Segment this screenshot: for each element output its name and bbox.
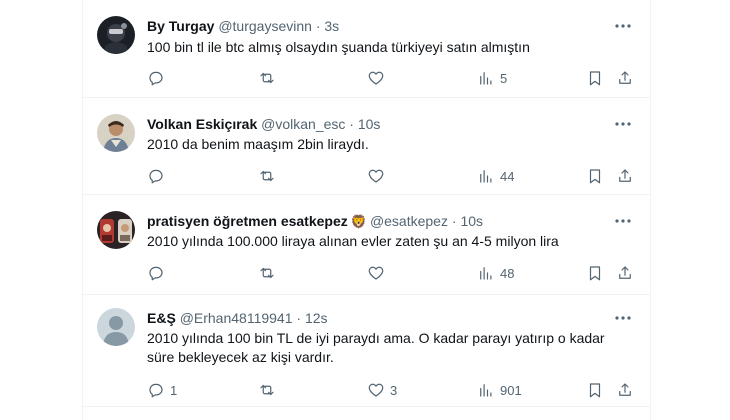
retweet-icon (260, 384, 274, 396)
view-count: 48 (500, 265, 515, 281)
author-handle[interactable]: @turgaysevinn (218, 18, 312, 34)
tweet-actions: 5 (147, 67, 637, 89)
separator-dot: · (349, 116, 354, 132)
like-button[interactable] (367, 262, 390, 284)
retweet-button[interactable] (258, 67, 281, 89)
tweet[interactable]: E&Ş @Erhan48119941 · 12s 2010 yılında 10… (83, 294, 650, 407)
more-icon[interactable] (614, 315, 632, 321)
bookmark-icon (589, 71, 601, 86)
retweet-button[interactable] (258, 165, 281, 187)
reply-icon (149, 71, 163, 86)
view-count: 44 (500, 168, 515, 184)
share-button[interactable] (616, 379, 634, 401)
tweet[interactable]: Volkan Eskiçırak @volkan_esc · 10s 2010 … (83, 97, 650, 195)
tweet-actions: 48 (147, 262, 637, 284)
reply-button[interactable] (147, 262, 170, 284)
bookmark-button[interactable] (586, 262, 604, 284)
like-button[interactable] (367, 165, 390, 187)
timestamp[interactable]: 10s (358, 116, 381, 132)
tweet-actions: 1 3 901 (147, 379, 637, 401)
more-icon[interactable] (614, 121, 632, 127)
tweet-header: Volkan Eskiçırak @volkan_esc · 10s (147, 114, 610, 134)
bookmark-icon (589, 383, 601, 398)
avatar[interactable] (97, 308, 135, 346)
views-button[interactable]: 901 (477, 379, 522, 401)
timeline-feed: By Turgay @turgaysevinn · 3s 100 bin tl … (82, 0, 651, 420)
tweet-actions: 44 (147, 165, 637, 187)
tweet-text: 2010 yılında 100.000 liraya alınan evler… (147, 233, 559, 249)
share-icon (619, 169, 631, 182)
views-chart-icon (480, 267, 492, 280)
reply-icon (149, 169, 163, 184)
tweet-text: 2010 da benim maaşım 2bin liraydı. (147, 136, 369, 152)
tweet[interactable]: By Turgay @turgaysevinn · 3s 100 bin tl … (83, 0, 650, 98)
more-icon[interactable] (614, 218, 632, 224)
views-chart-icon (480, 170, 492, 183)
share-icon (619, 383, 631, 396)
reply-icon (149, 266, 163, 281)
timestamp[interactable]: 3s (324, 18, 339, 34)
author-handle[interactable]: @esatkepez (370, 213, 448, 229)
lion-emoji-badge: 🦁 (350, 214, 367, 229)
separator-dot: · (451, 213, 457, 229)
share-button[interactable] (616, 67, 634, 89)
retweet-icon (260, 72, 274, 84)
share-icon (619, 71, 631, 84)
reply-button[interactable] (147, 67, 170, 89)
timestamp[interactable]: 10s (460, 213, 483, 229)
views-button[interactable]: 5 (477, 67, 507, 89)
tweet-header: E&Ş @Erhan48119941 · 12s (147, 308, 610, 328)
bookmark-button[interactable] (586, 67, 604, 89)
tweet-text: 2010 yılında 100 bin TL de iyi paraydı a… (147, 330, 605, 365)
bookmark-icon (589, 169, 601, 184)
retweet-button[interactable] (258, 379, 281, 401)
like-button[interactable]: 3 (367, 379, 397, 401)
author-handle[interactable]: @Erhan48119941 (180, 310, 293, 326)
author-name[interactable]: By Turgay (147, 18, 214, 34)
heart-icon (368, 383, 384, 397)
tweet-header: pratisyen öğretmen esatkepez 🦁 @esatkepez … (147, 211, 610, 231)
reply-button[interactable]: 1 (147, 379, 177, 401)
tweet-text: 100 bin tl ile btc almış olsaydın şuanda… (147, 39, 530, 55)
retweet-button[interactable] (258, 262, 281, 284)
bookmark-button[interactable] (586, 379, 604, 401)
heart-icon (368, 169, 384, 183)
like-button[interactable] (367, 67, 390, 89)
avatar[interactable] (97, 16, 135, 54)
reply-count: 1 (170, 382, 178, 398)
views-button[interactable]: 44 (477, 165, 514, 187)
default-avatar-icon (97, 308, 135, 346)
view-count: 901 (500, 382, 522, 398)
timestamp[interactable]: 12s (305, 310, 328, 326)
separator-dot: · (296, 310, 302, 326)
avatar[interactable] (97, 114, 135, 152)
share-button[interactable] (616, 165, 634, 187)
view-count: 5 (500, 70, 508, 86)
reply-button[interactable] (147, 165, 170, 187)
retweet-icon (260, 267, 274, 279)
views-button[interactable]: 48 (477, 262, 514, 284)
bookmark-icon (589, 266, 601, 281)
author-handle[interactable]: @volkan_esc (261, 116, 345, 132)
like-count: 3 (390, 382, 398, 398)
views-chart-icon (480, 384, 492, 397)
author-name[interactable]: pratisyen öğretmen esatkepez (147, 213, 348, 229)
heart-icon (368, 71, 384, 85)
tweet-header: By Turgay @turgaysevinn · 3s (147, 16, 610, 36)
reply-icon (149, 383, 163, 398)
separator-dot: · (315, 18, 321, 34)
tweet[interactable]: pratisyen öğretmen esatkepez 🦁 @esatkepez … (83, 194, 650, 295)
heart-icon (368, 266, 384, 280)
share-button[interactable] (616, 262, 634, 284)
share-icon (619, 266, 631, 279)
retweet-icon (260, 170, 274, 182)
more-icon[interactable] (614, 23, 632, 29)
bookmark-button[interactable] (586, 165, 604, 187)
views-chart-icon (480, 72, 492, 85)
author-name[interactable]: E&Ş (147, 310, 176, 326)
author-name[interactable]: Volkan Eskiçırak (147, 116, 257, 132)
avatar[interactable] (97, 211, 135, 249)
